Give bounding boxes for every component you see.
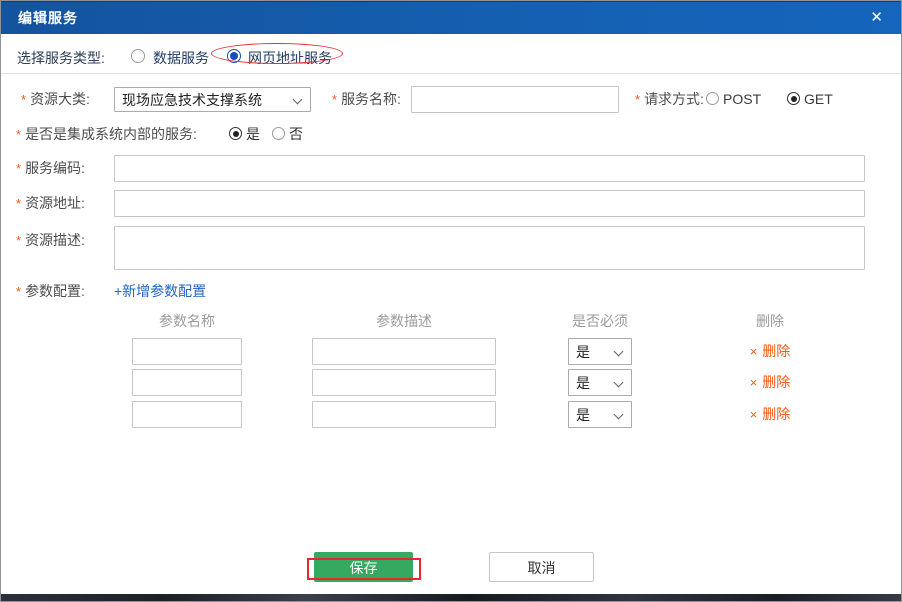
resource-address-input[interactable] [114, 190, 865, 217]
required-marker: * [21, 92, 26, 107]
resource-description-textarea[interactable] [114, 226, 865, 270]
delete-icon: × [750, 375, 758, 390]
chevron-down-icon [614, 378, 624, 388]
service-name-input[interactable] [411, 86, 619, 113]
delete-icon: × [750, 344, 758, 359]
delete-icon: × [750, 407, 758, 422]
radio-post[interactable] [706, 92, 719, 105]
internal-service-label: *是否是集成系统内部的服务: [16, 121, 197, 148]
service-name-label: *服务名称: [332, 86, 401, 113]
param-config-label: *参数配置: [16, 278, 85, 305]
param-desc-input[interactable] [312, 401, 496, 428]
radio-webpage-service[interactable] [227, 49, 241, 63]
param-required-select[interactable]: 是 [568, 338, 632, 365]
radio-yes[interactable] [229, 127, 242, 140]
request-method-label: *请求方式: [635, 86, 704, 113]
chevron-down-icon [614, 410, 624, 420]
radio-data-service-label[interactable]: 数据服务 [153, 45, 209, 71]
add-param-config-link[interactable]: +新增参数配置 [114, 278, 206, 304]
radio-data-service[interactable] [131, 49, 145, 63]
service-code-label: *服务编码: [16, 155, 85, 182]
resource-description-label: *资源描述: [16, 227, 85, 254]
radio-post-label[interactable]: POST [723, 86, 761, 112]
radio-yes-label[interactable]: 是 [246, 121, 260, 147]
delete-param-link[interactable]: ×删除 [742, 369, 798, 396]
radio-webpage-service-label[interactable]: 网页地址服务 [248, 45, 332, 71]
param-required-select[interactable]: 是 [568, 401, 632, 428]
service-type-label: 选择服务类型: [17, 45, 105, 71]
param-name-input[interactable] [132, 338, 242, 365]
table-header-required: 是否必须 [568, 311, 632, 331]
save-button[interactable]: 保存 [314, 552, 413, 582]
radio-no-label[interactable]: 否 [289, 121, 303, 147]
param-name-input[interactable] [132, 401, 242, 428]
resource-category-value: 现场应急技术支撑系统 [122, 90, 262, 110]
divider [1, 73, 901, 74]
param-required-select[interactable]: 是 [568, 369, 632, 396]
edit-service-dialog: 编辑服务 ✕ 选择服务类型: 数据服务 网页地址服务 *资源大类: 现场应急技术… [0, 0, 902, 602]
background-window-edge [1, 594, 901, 601]
param-desc-input[interactable] [312, 338, 496, 365]
table-header-param-desc: 参数描述 [312, 311, 496, 331]
delete-param-link[interactable]: ×删除 [742, 401, 798, 428]
table-header-param-name: 参数名称 [132, 311, 242, 331]
param-name-input[interactable] [132, 369, 242, 396]
radio-get[interactable] [787, 92, 800, 105]
dialog-titlebar: 编辑服务 ✕ [1, 1, 901, 34]
table-header-delete: 删除 [738, 311, 802, 331]
chevron-down-icon [293, 95, 303, 105]
radio-no[interactable] [272, 127, 285, 140]
delete-param-link[interactable]: ×删除 [742, 338, 798, 365]
service-code-input[interactable] [114, 155, 865, 182]
cancel-button[interactable]: 取消 [489, 552, 594, 582]
param-desc-input[interactable] [312, 369, 496, 396]
resource-address-label: *资源地址: [16, 190, 85, 217]
chevron-down-icon [614, 347, 624, 357]
radio-get-label[interactable]: GET [804, 86, 833, 112]
resource-category-select[interactable]: 现场应急技术支撑系统 [114, 87, 311, 112]
resource-category-label: *资源大类: [21, 86, 90, 113]
dialog-title: 编辑服务 [18, 2, 78, 35]
close-icon[interactable]: ✕ [866, 2, 887, 33]
